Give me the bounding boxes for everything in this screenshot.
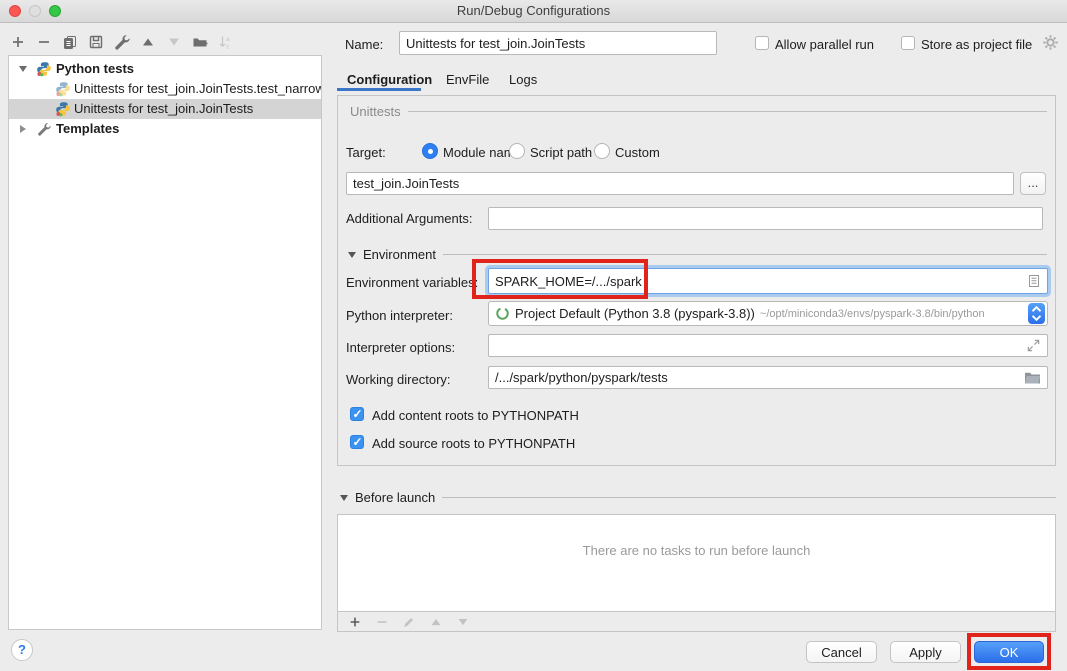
target-custom-label: Custom <box>615 145 660 161</box>
python-interpreter-value: Project Default (Python 3.8 (pyspark-3.8… <box>515 306 755 321</box>
unittests-group-header: Unittests <box>350 104 1047 119</box>
move-down-icon <box>455 614 471 630</box>
python-tests-icon <box>36 61 52 77</box>
empty-task-message: There are no tasks to run before launch <box>338 515 1055 612</box>
templates-wrench-icon <box>37 122 51 136</box>
svg-text:z: z <box>226 44 229 51</box>
move-up-icon[interactable] <box>140 34 156 50</box>
python-test-icon <box>55 81 71 97</box>
add-source-roots-label: Add source roots to PYTHONPATH <box>372 436 575 452</box>
sort-alphabetically-icon: az <box>218 34 234 50</box>
conda-environment-icon <box>495 306 510 321</box>
ok-button[interactable]: OK <box>974 641 1044 663</box>
edit-variables-icon[interactable] <box>1026 273 1042 289</box>
allow-parallel-run-checkbox[interactable] <box>755 36 769 50</box>
edit-templates-icon[interactable] <box>114 34 130 50</box>
python-test-icon <box>55 101 71 117</box>
browse-button[interactable]: ... <box>1020 172 1046 195</box>
remove-icon <box>374 614 390 630</box>
add-icon[interactable] <box>347 614 363 630</box>
divider <box>408 111 1047 112</box>
move-down-icon <box>166 34 182 50</box>
sidebar-item-python-tests[interactable]: Python tests <box>9 59 321 79</box>
expand-field-icon[interactable] <box>1026 338 1041 353</box>
sidebar-item-label: Unittests for test_join.JoinTests <box>74 99 253 119</box>
sidebar-item-unittests-jointests[interactable]: Unittests for test_join.JoinTests <box>9 99 321 119</box>
section-expanded-arrow-icon[interactable] <box>348 252 356 258</box>
configuration-tab-panel: Unittests Target: Module name Script pat… <box>337 95 1056 466</box>
sidebar-item-unittests-test-narrow[interactable]: Unittests for test_join.JoinTests.test_n… <box>9 79 321 99</box>
add-icon[interactable] <box>10 34 26 50</box>
allow-parallel-run-label: Allow parallel run <box>775 37 874 53</box>
help-button[interactable]: ? <box>11 639 33 661</box>
working-directory-label: Working directory: <box>346 372 451 388</box>
apply-button[interactable]: Apply <box>890 641 961 663</box>
expanded-arrow-icon[interactable] <box>19 66 27 72</box>
divider <box>442 497 1056 498</box>
additional-arguments-label: Additional Arguments: <box>346 211 472 227</box>
cancel-button[interactable]: Cancel <box>806 641 877 663</box>
target-custom-radio[interactable] <box>594 143 610 159</box>
python-interpreter-select[interactable]: Project Default (Python 3.8 (pyspark-3.8… <box>488 301 1048 326</box>
save-configuration-icon[interactable] <box>88 34 104 50</box>
copy-configuration-icon[interactable] <box>62 34 78 50</box>
move-up-icon <box>428 614 444 630</box>
add-source-roots-checkbox[interactable] <box>350 435 364 449</box>
add-content-roots-checkbox[interactable] <box>350 407 364 421</box>
window-title: Run/Debug Configurations <box>0 0 1067 22</box>
sidebar-item-templates[interactable]: Templates <box>9 119 321 139</box>
target-module-name-radio[interactable] <box>422 143 438 159</box>
remove-icon[interactable] <box>36 34 52 50</box>
sidebar-item-label: Python tests <box>56 59 134 79</box>
interpreter-options-label: Interpreter options: <box>346 340 455 356</box>
task-list-toolbar <box>338 612 1055 631</box>
dropdown-spinner-icon[interactable] <box>1028 303 1045 324</box>
svg-text:a: a <box>226 36 230 43</box>
folder-icon[interactable] <box>1024 370 1041 385</box>
run-debug-configurations-dialog: Run/Debug Configurations az <box>0 0 1067 671</box>
name-label: Name: <box>345 37 383 53</box>
group-title: Unittests <box>350 104 401 119</box>
before-launch-task-list: There are no tasks to run before launch <box>337 514 1056 632</box>
close-window-button[interactable] <box>9 5 21 17</box>
collapsed-arrow-icon[interactable] <box>20 125 26 133</box>
section-title: Environment <box>363 247 436 262</box>
gear-icon[interactable] <box>1042 34 1059 51</box>
python-interpreter-path: ~/opt/miniconda3/envs/pyspark-3.8/bin/py… <box>760 308 985 320</box>
sidebar-item-label: Templates <box>56 119 119 139</box>
name-input[interactable] <box>399 31 717 55</box>
tab-configuration[interactable]: Configuration <box>347 71 432 89</box>
section-expanded-arrow-icon[interactable] <box>340 495 348 501</box>
target-script-path-label: Script path <box>530 145 592 161</box>
working-directory-input[interactable] <box>488 366 1048 389</box>
python-interpreter-label: Python interpreter: <box>346 308 453 324</box>
section-title: Before launch <box>355 490 435 505</box>
title-bar: Run/Debug Configurations <box>0 0 1067 23</box>
additional-arguments-input[interactable] <box>488 207 1043 230</box>
sidebar-item-label: Unittests for test_join.JoinTests.test_n… <box>74 79 321 99</box>
target-script-path-radio[interactable] <box>509 143 525 159</box>
store-as-project-file-checkbox[interactable] <box>901 36 915 50</box>
config-tree-panel: Python tests Unittests for test_join.Joi… <box>8 55 322 630</box>
new-folder-icon[interactable] <box>192 34 208 50</box>
target-label: Target: <box>346 145 386 161</box>
tab-logs[interactable]: Logs <box>509 71 537 89</box>
store-as-project-file-label: Store as project file <box>921 37 1032 53</box>
divider <box>443 254 1047 255</box>
module-name-input[interactable] <box>346 172 1014 195</box>
interpreter-options-input[interactable] <box>488 334 1048 357</box>
active-tab-indicator <box>337 88 421 91</box>
environment-variables-label: Environment variables: <box>346 275 478 291</box>
environment-section-header[interactable]: Environment <box>348 247 1047 262</box>
add-content-roots-label: Add content roots to PYTHONPATH <box>372 408 579 424</box>
environment-variables-field[interactable] <box>488 268 1048 294</box>
sidebar-toolbar: az <box>10 29 234 55</box>
edit-icon <box>401 614 417 630</box>
tab-envfile[interactable]: EnvFile <box>446 71 489 89</box>
minimize-window-button <box>29 5 41 17</box>
before-launch-section-header[interactable]: Before launch <box>340 490 1056 505</box>
zoom-window-button[interactable] <box>49 5 61 17</box>
